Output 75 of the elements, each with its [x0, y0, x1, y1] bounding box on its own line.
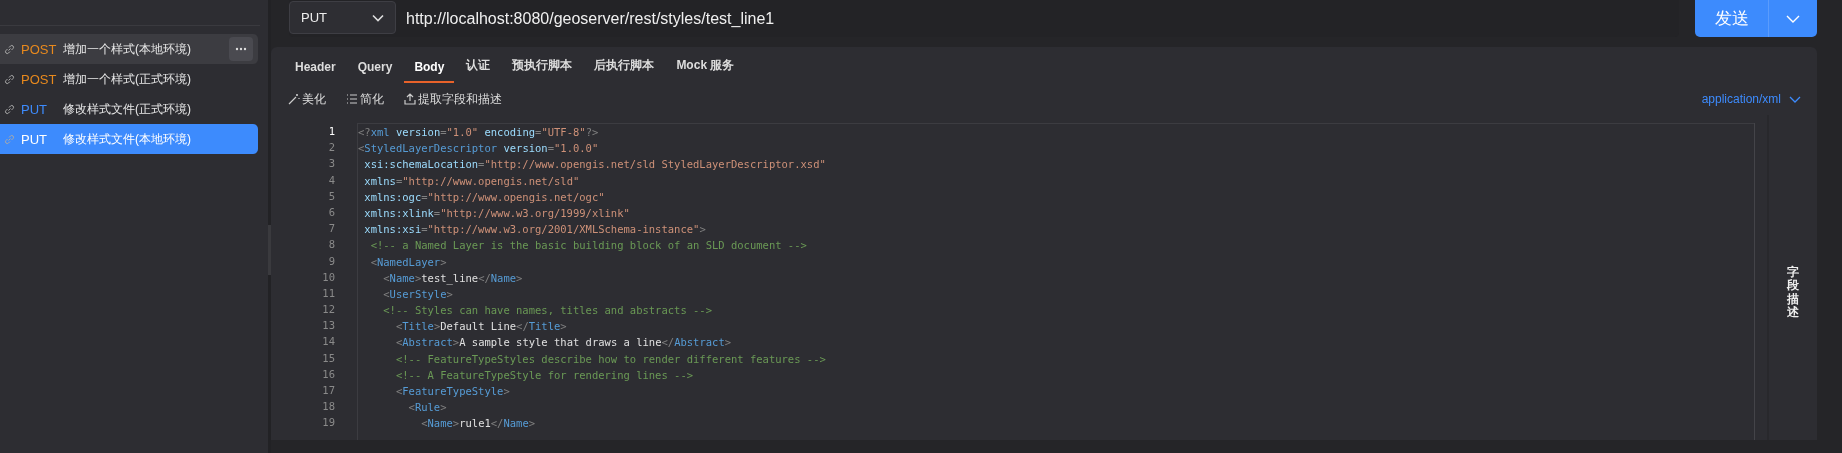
method-label: POST	[21, 41, 57, 57]
url-field[interactable]: http://localhost:8080/geoserver/rest/styles/test_line1	[406, 9, 775, 28]
line-number: 18	[322, 399, 335, 415]
line-number: 14	[322, 334, 335, 350]
line-number: 11	[322, 285, 335, 301]
toolbar-button[interactable]: 提取字段和描述	[404, 90, 502, 108]
tab[interactable]: Query	[347, 60, 403, 83]
toolbar-button[interactable]: 简化	[346, 90, 384, 108]
line-number: 1	[328, 124, 335, 139]
code-line: xmlns:ogc="http://www.opengis.net/ogc"	[363, 190, 605, 203]
tab[interactable]: 预执行脚本	[502, 57, 583, 83]
line-number: 17	[322, 383, 335, 398]
link-icon	[4, 133, 15, 145]
link-icon	[4, 43, 15, 55]
line-number: 9	[328, 253, 335, 269]
toolbar-button[interactable]: 美化	[288, 90, 326, 108]
line-number: 15	[322, 350, 335, 366]
line-number: 5	[328, 188, 335, 204]
line-number: 12	[322, 302, 335, 318]
more-icon	[235, 47, 247, 51]
request-name: 增加一个样式(本地环境)	[63, 40, 192, 58]
chevron-down-icon	[1789, 95, 1801, 103]
line-number: 19	[322, 415, 335, 431]
method-label: PUT	[21, 101, 48, 117]
upload-icon	[404, 93, 416, 105]
code-line: <!-- a Named Layer is the basic building block of an SLD document -->	[369, 239, 807, 252]
code-line: <NamedLayer>	[369, 255, 447, 268]
tab[interactable]: 后执行脚本	[584, 57, 665, 83]
code-line: <FeatureTypeStyle>	[394, 385, 510, 397]
code-line: <!-- FeatureTypeStyles describe how to render different features -->	[394, 352, 826, 365]
line-number: 4	[328, 172, 335, 188]
line-number: 7	[328, 221, 335, 237]
line-number: 13	[322, 318, 335, 334]
chevron-down-icon	[372, 13, 384, 22]
code-line: <Name>rule1</Name>	[420, 417, 536, 430]
code-line: xsi:schemaLocation="http://www.opengis.net/sld StyledLayerDescriptor.xsd"	[363, 158, 826, 171]
tab[interactable]: Header	[285, 60, 346, 83]
line-number: 2	[328, 140, 335, 156]
request-item[interactable]: POST 增加一个样式(本地环境)	[0, 34, 258, 64]
method-label: PUT	[21, 131, 48, 147]
request-item[interactable]: POST 增加一个样式(正式环境)	[0, 64, 258, 94]
code-line: xmlns:xlink="http://www.w3.org/1999/xlink"	[363, 206, 630, 219]
line-number: 8	[328, 237, 335, 253]
request-name: 增加一个样式(正式环境)	[63, 70, 192, 88]
chevron-down-icon	[1786, 14, 1800, 23]
code-line: <StyledLayerDescriptor version="1.0.0"	[358, 142, 599, 155]
magic-wand-icon	[288, 93, 300, 105]
field-description-tab[interactable]: 字段描述	[1787, 266, 1799, 319]
code-line: <Abstract>A sample style that draws a line</Abstract>	[394, 336, 732, 349]
code-line: <Title>Default Line</Title>	[394, 320, 567, 333]
content-type-dropdown[interactable]: application/xml	[1701, 92, 1801, 106]
line-number: 3	[328, 156, 335, 172]
link-icon	[4, 73, 15, 85]
line-number: 6	[328, 204, 335, 220]
code-line: <UserStyle>	[382, 287, 453, 300]
list-icon	[346, 93, 358, 105]
line-number: 10	[322, 269, 335, 285]
request-name: 修改样式文件(正式环境)	[63, 100, 192, 118]
line-number: 16	[322, 366, 335, 382]
code-line: xmlns="http://www.opengis.net/sld"	[363, 174, 580, 187]
more-button[interactable]	[229, 37, 253, 61]
request-name: 修改样式文件(本地环境)	[63, 130, 192, 148]
method-label: POST	[21, 71, 57, 87]
code-line: <?xml version="1.0" encoding="UTF-8"?>	[358, 126, 599, 138]
tab[interactable]: Mock 服务	[666, 57, 745, 83]
tab[interactable]: Body	[404, 60, 455, 83]
code-line: <Name>test_line</Name>	[382, 271, 523, 284]
code-line: <!-- Styles can have names, titles and abstracts -->	[382, 304, 712, 317]
link-icon	[4, 103, 15, 115]
method-dropdown[interactable]: PUT	[289, 1, 396, 34]
code-line: <!-- A FeatureTypeStyle for rendering lines -->	[394, 368, 694, 381]
code-line: xmlns:xsi="http://www.w3.org/2001/XMLSchema-instance">	[363, 223, 706, 236]
request-item[interactable]: PUT 修改样式文件(正式环境)	[0, 94, 258, 124]
tab[interactable]: 认证	[456, 57, 501, 83]
code-line: <Rule>	[407, 401, 447, 414]
